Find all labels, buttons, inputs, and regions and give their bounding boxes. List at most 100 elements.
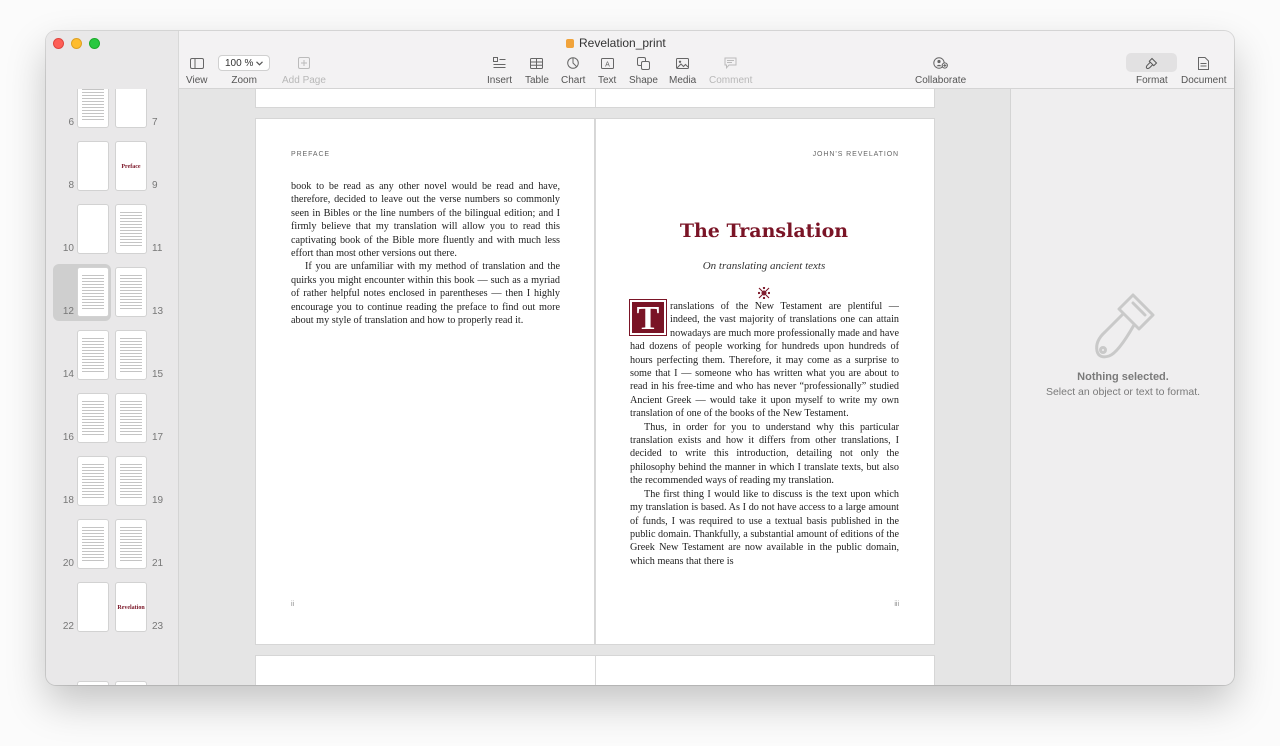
media-icon — [676, 53, 690, 73]
page-number-label: 19 — [152, 495, 164, 506]
page-number-label: 18 — [62, 495, 74, 506]
add-page-label: Add Page — [282, 75, 326, 86]
thumbnail-row: 67 — [46, 89, 178, 136]
page-thumbnail[interactable] — [77, 267, 109, 317]
page-thumbnail[interactable] — [77, 330, 109, 380]
nothing-selected-hint: Select an object or text to format. — [1045, 386, 1201, 398]
left-page-body[interactable]: book to be read as any other novel would… — [291, 180, 560, 327]
zoom-label: Zoom — [231, 75, 257, 86]
thumbnail-row: 16 17 — [46, 393, 178, 451]
page-thumbnail[interactable] — [77, 519, 109, 569]
thumbnail-text-preview — [82, 337, 104, 373]
thumbnail-text-preview — [82, 89, 104, 121]
window-title-text: Revelation_print — [579, 36, 666, 50]
page-number-label: 20 — [62, 558, 74, 569]
thumbnail-text-preview — [120, 337, 142, 373]
right-page-body[interactable]: Translations of the New Testament are pl… — [629, 299, 899, 568]
thumbnail-text-preview — [82, 274, 104, 310]
format-inspector: Nothing selected. Select an object or te… — [1010, 89, 1234, 685]
table-label: Table — [525, 75, 549, 86]
format-label: Format — [1136, 75, 1168, 86]
spread-divider — [595, 656, 596, 685]
chevron-down-icon — [256, 60, 264, 66]
page-thumbnails-sidebar[interactable]: 6 7 8 Preface 9 10 11 12 13 14 15 16 17 18 19 20 21 22 Rev… — [46, 89, 179, 685]
add-page-button[interactable]: Add Page — [282, 53, 326, 86]
page-number-label: 12 — [62, 306, 74, 317]
right-folio: iii — [894, 601, 899, 608]
page-number-label: 22 — [62, 621, 74, 632]
document-label: Document — [1181, 75, 1227, 86]
right-page[interactable]: JOHN’S REVELATION The Translation On tra… — [595, 119, 934, 644]
shape-icon — [636, 53, 650, 73]
collaborate-icon — [933, 53, 948, 73]
page-thumbnail[interactable] — [115, 330, 147, 380]
page-number-label: 16 — [62, 432, 74, 443]
page-number-label: 21 — [152, 558, 164, 569]
comment-button[interactable]: Comment — [709, 53, 752, 86]
left-paragraph: If you are unfamiliar with my method of … — [291, 261, 560, 327]
page-thumbnail[interactable] — [77, 141, 109, 191]
insert-label: Insert — [487, 75, 513, 86]
page-thumbnail[interactable] — [115, 204, 147, 254]
right-paragraph: The first thing I would like to discuss … — [630, 488, 899, 567]
page-thumbnail[interactable] — [115, 519, 147, 569]
page-thumbnail[interactable]: Revelation — [115, 582, 147, 632]
left-folio: ii — [291, 601, 295, 608]
zoom-control[interactable]: 100 % Zoom — [218, 53, 271, 86]
left-page[interactable]: PREFACE book to be read as any other nov… — [256, 119, 595, 644]
insert-button[interactable]: Insert — [487, 53, 512, 86]
left-paragraph: book to be read as any other novel would… — [291, 181, 560, 260]
media-button[interactable]: Media — [669, 53, 696, 86]
shape-button[interactable]: Shape — [629, 53, 658, 86]
thumbnail-row: 20 21 — [46, 519, 178, 577]
nothing-selected-title: Nothing selected. — [1077, 371, 1169, 383]
left-running-head: PREFACE — [291, 151, 330, 158]
page-thumbnail[interactable] — [115, 89, 147, 128]
table-icon — [530, 53, 544, 73]
page-thumbnail[interactable] — [115, 456, 147, 506]
chart-button[interactable]: Chart — [561, 53, 585, 86]
page-thumbnail[interactable]: Preface — [115, 141, 147, 191]
thumbnail-text-preview — [120, 463, 142, 499]
collaborate-button[interactable]: Collaborate — [915, 53, 966, 86]
page-thumbnail[interactable] — [115, 267, 147, 317]
toolbar-sidebar-area — [46, 31, 179, 89]
right-paragraph: Thus, in order for you to understand why… — [630, 421, 899, 487]
close-window-button[interactable] — [53, 38, 64, 49]
page-thumbnail[interactable] — [115, 681, 147, 685]
thumbnail-text-preview — [120, 400, 142, 436]
page-thumbnail[interactable] — [77, 393, 109, 443]
add-page-icon — [297, 53, 310, 73]
format-button[interactable]: Format — [1136, 53, 1168, 86]
page-thumbnail[interactable] — [115, 393, 147, 443]
view-button[interactable]: View — [186, 53, 208, 86]
text-button[interactable]: A Text — [598, 53, 616, 86]
chapter-title: The Translation — [679, 220, 849, 242]
thumbnail-text-preview — [82, 400, 104, 436]
zoom-select[interactable]: 100 % — [218, 55, 271, 71]
thumbnail-row: 22 Revelation 23 — [46, 582, 178, 640]
page-thumbnail[interactable] — [77, 681, 109, 685]
spread-divider — [595, 89, 596, 107]
right-paragraph-text: ranslations of the New Testament are ple… — [630, 301, 899, 420]
minimize-window-button[interactable] — [71, 38, 82, 49]
thumbnail-text-preview — [120, 526, 142, 562]
page-thumbnail[interactable] — [77, 582, 109, 632]
table-button[interactable]: Table — [525, 53, 549, 86]
paintbrush-icon — [1145, 53, 1158, 73]
page-number-label: 15 — [152, 369, 164, 380]
page-number-label: 10 — [62, 243, 74, 254]
zoom-window-button[interactable] — [89, 38, 100, 49]
thumbnail-row: 14 15 — [46, 330, 178, 388]
page-thumbnail[interactable] — [77, 456, 109, 506]
page-number-label: 11 — [152, 243, 163, 254]
shape-label: Shape — [629, 75, 658, 86]
document-canvas[interactable]: PREFACE book to be read as any other nov… — [179, 89, 1010, 685]
text-label: Text — [598, 75, 617, 86]
media-label: Media — [669, 75, 697, 86]
page-thumbnail[interactable] — [77, 89, 109, 128]
comment-label: Comment — [709, 75, 753, 86]
page-thumbnail[interactable] — [77, 204, 109, 254]
page-number-label: 23 — [152, 621, 164, 632]
document-button[interactable]: Document — [1181, 53, 1227, 86]
